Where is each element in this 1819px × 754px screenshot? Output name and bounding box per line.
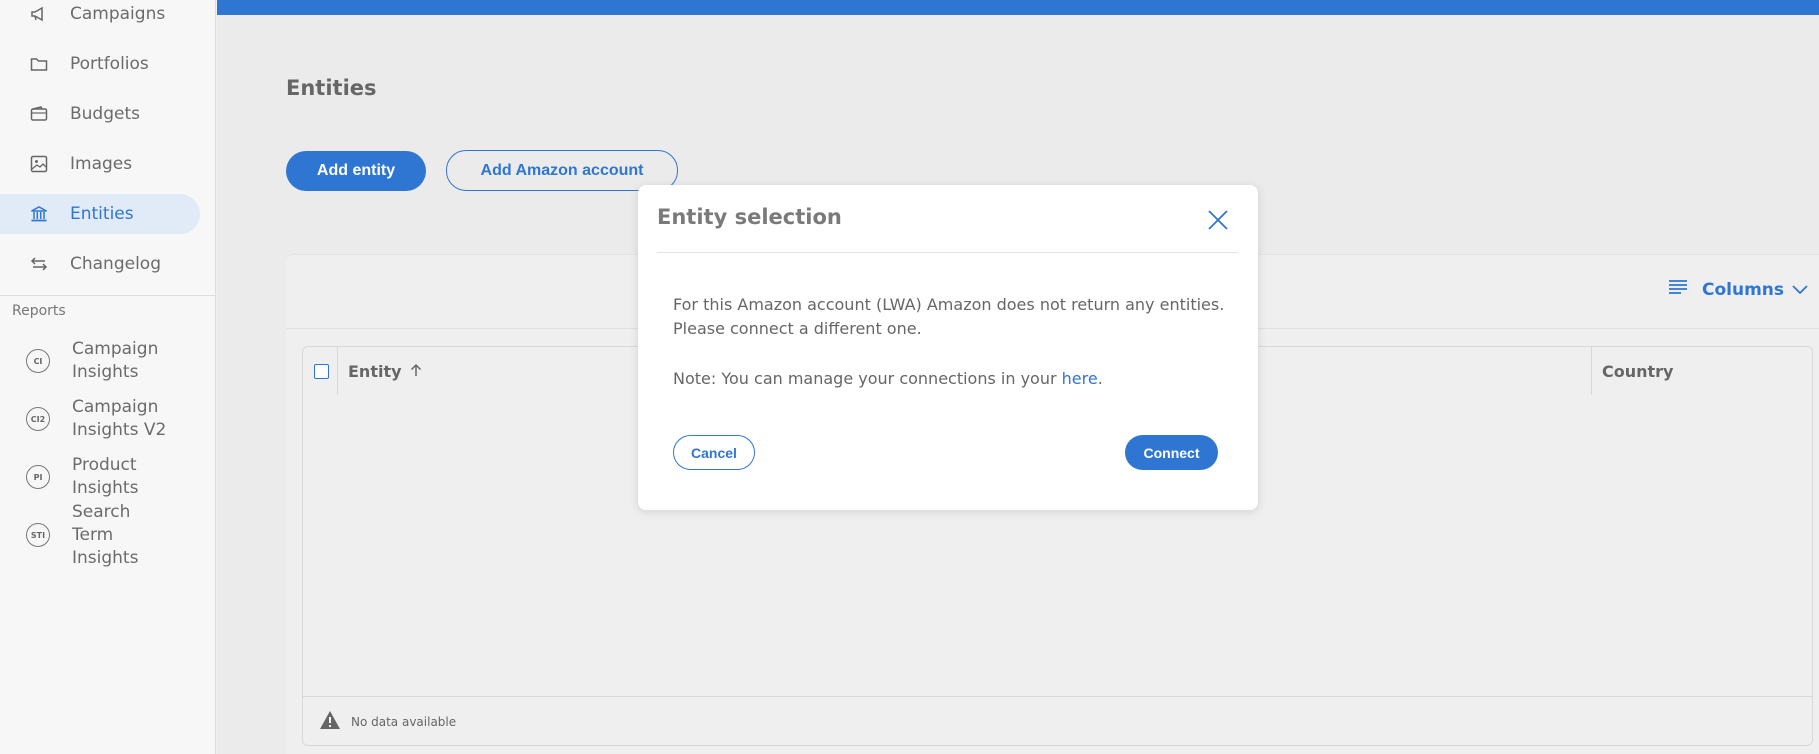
- warning-icon: [319, 710, 341, 734]
- ci2-badge-icon: CI2: [26, 407, 50, 431]
- empty-message: No data available: [351, 714, 457, 729]
- sidebar-item-label: Entities: [70, 204, 134, 224]
- modal-message: For this Amazon account (LWA) Amazon doe…: [673, 295, 1225, 338]
- ci-badge-icon: CI: [26, 349, 50, 373]
- connect-button[interactable]: Connect: [1125, 435, 1218, 470]
- note-prefix: Note: You can manage your connections in…: [673, 369, 1062, 388]
- bank-icon: [28, 203, 50, 225]
- column-header-entity[interactable]: Entity: [348, 362, 422, 381]
- image-icon: [28, 153, 50, 175]
- report-item-campaign-insights[interactable]: CI Campaign Insights: [0, 335, 216, 387]
- sti-badge-icon: STI: [26, 523, 50, 547]
- page-title: Entities: [286, 76, 377, 100]
- sidebar-item-label: Portfolios: [70, 54, 149, 74]
- column-header-label: Country: [1602, 362, 1674, 381]
- wallet-icon: [28, 103, 50, 125]
- column-divider: [337, 347, 338, 395]
- column-header-label: Entity: [348, 362, 402, 381]
- report-item-label: Product Insights: [72, 455, 139, 498]
- columns-label: Columns: [1702, 279, 1785, 300]
- modal-divider: [657, 252, 1238, 253]
- reports-section-label: Reports: [12, 303, 66, 319]
- sidebar-item-label: Budgets: [70, 104, 141, 124]
- report-item-label: Search Term Insights: [72, 501, 139, 568]
- modal-note: Note: You can manage your connections in…: [673, 369, 1103, 388]
- sidebar-item-images[interactable]: Images: [0, 144, 200, 184]
- note-suffix: .: [1097, 369, 1103, 388]
- sidebar-item-budgets[interactable]: Budgets: [0, 94, 200, 134]
- report-item-product-insights[interactable]: PI Product Insights: [0, 451, 216, 503]
- modal-title: Entity selection: [657, 205, 842, 229]
- sidebar-item-label: Changelog: [70, 254, 162, 274]
- sidebar-divider: [0, 295, 216, 296]
- sidebar-item-portfolios[interactable]: Portfolios: [0, 44, 200, 84]
- report-item-campaign-insights-v2[interactable]: CI2 Campaign Insights V2: [0, 393, 216, 445]
- entity-selection-modal: Entity selection For this Amazon account…: [638, 185, 1258, 510]
- sidebar-item-entities[interactable]: Entities: [0, 194, 200, 234]
- pi-badge-icon: PI: [26, 465, 50, 489]
- chevron-down-icon: [1792, 280, 1808, 300]
- column-header-country[interactable]: Country: [1602, 362, 1673, 381]
- report-item-label: Campaign Insights: [72, 339, 159, 382]
- folder-icon: [28, 53, 50, 75]
- sort-up-arrow-icon: [410, 362, 422, 381]
- list-lines-icon: [1668, 279, 1688, 300]
- table-footer: No data available: [303, 696, 1812, 746]
- report-item-search-term-insights[interactable]: STI Search Term Insights: [0, 502, 216, 568]
- add-entity-button[interactable]: Add entity: [286, 151, 426, 191]
- top-bar: [217, 0, 1819, 15]
- close-icon[interactable]: [1206, 208, 1230, 232]
- report-item-label: Campaign Insights V2: [72, 397, 167, 440]
- columns-button[interactable]: Columns: [1668, 279, 1808, 300]
- swap-arrows-icon: [28, 253, 50, 275]
- sidebar: Campaigns Portfolios Budgets Images Enti…: [0, 0, 216, 754]
- sidebar-item-campaigns[interactable]: Campaigns: [0, 0, 200, 34]
- column-divider: [1591, 347, 1592, 395]
- connections-link[interactable]: here: [1062, 369, 1098, 388]
- select-all-checkbox[interactable]: [314, 364, 329, 379]
- cancel-button[interactable]: Cancel: [673, 435, 755, 470]
- sidebar-item-changelog[interactable]: Changelog: [0, 244, 200, 284]
- sidebar-item-label: Images: [70, 154, 133, 174]
- sidebar-item-label: Campaigns: [70, 4, 166, 24]
- megaphone-icon: [28, 3, 50, 25]
